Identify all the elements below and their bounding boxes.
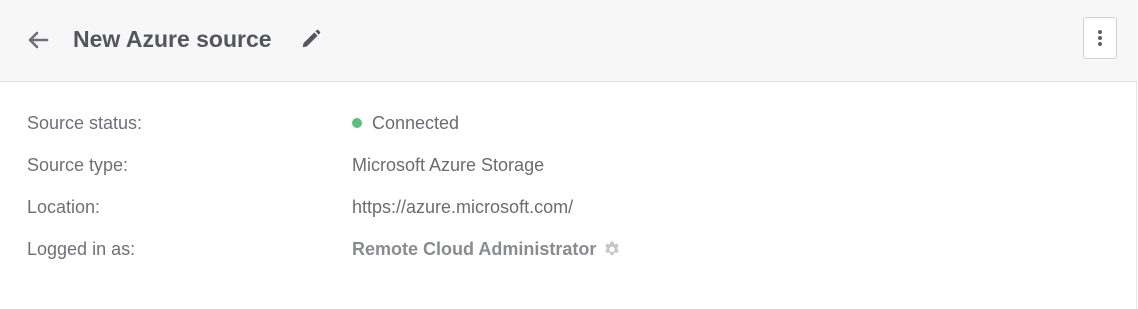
pencil-icon: [302, 29, 321, 48]
location-label: Location:: [27, 197, 101, 217]
source-status-value: Connected: [352, 111, 459, 135]
source-type-value: Microsoft Azure Storage: [352, 155, 545, 175]
edit-title-button[interactable]: [298, 26, 324, 52]
logged-in-as-value: Remote Cloud Administrator: [352, 237, 623, 261]
page-header: New Azure source: [0, 0, 1137, 82]
back-button[interactable]: [24, 26, 52, 54]
status-indicator-dot: [352, 118, 362, 128]
source-details-panel: New Azure source Source status: Connecte…: [0, 0, 1137, 309]
source-status-text: Connected: [372, 113, 460, 133]
logged-in-user-name: Remote Cloud Administrator: [352, 239, 597, 259]
logged-in-as-label: Logged in as:: [27, 239, 136, 259]
location-value: https://azure.microsoft.com/: [352, 197, 574, 217]
vertical-ellipsis-icon: [1098, 30, 1102, 46]
account-settings-button[interactable]: [601, 238, 623, 260]
page-title: New Azure source: [73, 26, 272, 52]
gear-icon: [605, 241, 620, 256]
source-status-label: Source status:: [27, 113, 143, 133]
more-options-button[interactable]: [1083, 17, 1117, 59]
arrow-left-icon: [28, 31, 49, 49]
source-type-label: Source type:: [27, 155, 129, 175]
